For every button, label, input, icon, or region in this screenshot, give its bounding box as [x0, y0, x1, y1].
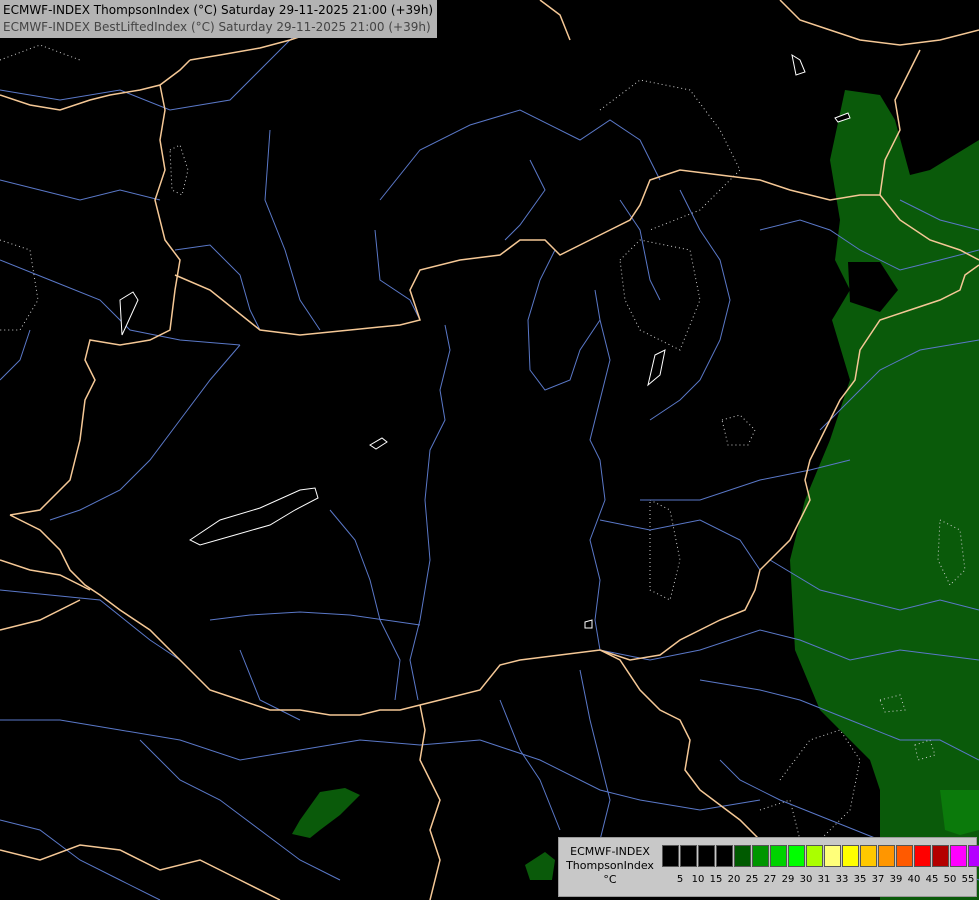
map-title-box: ECMWF-INDEX ThompsonIndex (°C) Saturday … [0, 0, 438, 38]
legend-parameter: ThompsonIndex [566, 859, 654, 872]
legend-caption: ECMWF-INDEX ThompsonIndex °C [561, 845, 659, 887]
legend-label: 27 [763, 874, 777, 885]
legend-label: 55 [961, 874, 975, 885]
legend-swatch [680, 845, 697, 867]
legend-label: 35 [853, 874, 867, 885]
legend-label: 40 [907, 874, 921, 885]
legend-swatch [950, 845, 967, 867]
legend-label: 10 [691, 874, 705, 885]
legend-swatch [662, 845, 679, 867]
legend-label: 15 [709, 874, 723, 885]
legend-swatch [842, 845, 859, 867]
legend-swatch [770, 845, 787, 867]
legend-label: 29 [781, 874, 795, 885]
legend-label: 33 [835, 874, 849, 885]
legend-swatch [806, 845, 823, 867]
thompson-index-title: ECMWF-INDEX ThompsonIndex (°C) Saturday … [3, 3, 434, 17]
legend-label: 25 [745, 874, 759, 885]
legend-swatch [716, 845, 733, 867]
legend-label: 30 [799, 874, 813, 885]
color-legend: ECMWF-INDEX ThompsonIndex °C 5 10 15 20 25 27… [558, 837, 979, 897]
legend-swatch [734, 845, 751, 867]
legend-swatch [968, 845, 979, 867]
legend-swatch [752, 845, 769, 867]
legend-swatch [788, 845, 805, 867]
legend-swatch [878, 845, 895, 867]
legend-swatch [824, 845, 841, 867]
legend-swatch [932, 845, 949, 867]
legend-label: 50 [943, 874, 957, 885]
map-canvas [0, 0, 979, 900]
legend-label: 37 [871, 874, 885, 885]
legend-swatch [698, 845, 715, 867]
legend-label: 31 [817, 874, 831, 885]
legend-model: ECMWF-INDEX [570, 845, 650, 858]
legend-unit: °C [603, 873, 617, 886]
legend-swatch [914, 845, 931, 867]
legend-swatch [896, 845, 913, 867]
legend-label: 5 [676, 874, 684, 885]
legend-swatch [860, 845, 877, 867]
legend-labels: 51015202527293031333537394045505560 [662, 874, 979, 885]
legend-label: 20 [727, 874, 741, 885]
legend-swatches [662, 845, 979, 867]
best-lifted-index-title: ECMWF-INDEX BestLiftedIndex (°C) Saturda… [3, 20, 431, 34]
legend-label: 39 [889, 874, 903, 885]
legend-label: 45 [925, 874, 939, 885]
